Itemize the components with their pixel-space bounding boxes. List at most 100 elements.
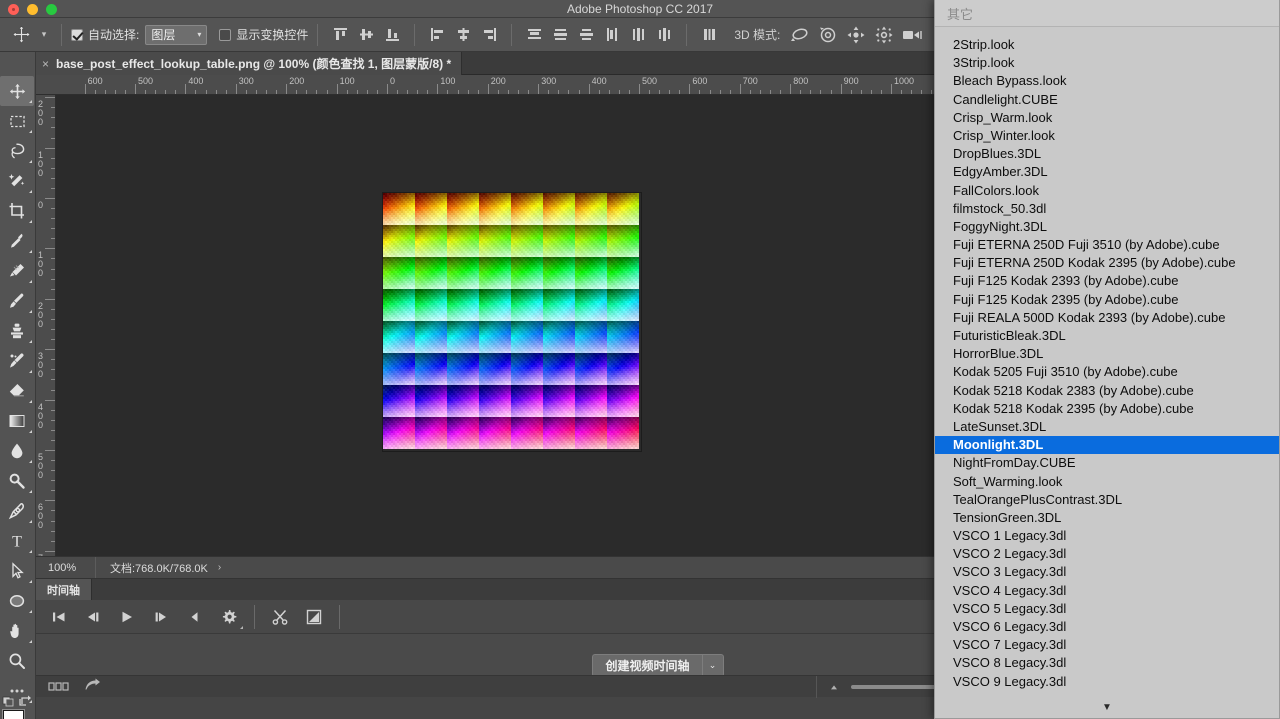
dropdown-item[interactable]: VSCO 6 Legacy.3dl — [935, 618, 1279, 636]
rectangular-marquee-tool[interactable] — [0, 106, 34, 136]
minimize-window-button[interactable] — [27, 4, 38, 15]
dropdown-item[interactable]: Fuji ETERNA 250D Fuji 3510 (by Adobe).cu… — [935, 236, 1279, 254]
create-timeline-chevron-icon[interactable]: ⌄ — [701, 654, 724, 677]
dropdown-item[interactable]: Crisp_Winter.look — [935, 127, 1279, 145]
vertical-ruler[interactable]: 20010001002003004005006007 — [36, 95, 56, 556]
align-right-edges-icon[interactable] — [476, 23, 502, 47]
dropdown-item[interactable]: Kodak 5205 Fuji 3510 (by Adobe).cube — [935, 363, 1279, 381]
audio-icon[interactable] — [178, 603, 212, 631]
maximize-window-button[interactable] — [46, 4, 57, 15]
dropdown-item[interactable]: Fuji ETERNA 250D Kodak 2395 (by Adobe).c… — [935, 254, 1279, 272]
dropdown-item[interactable]: TensionGreen.3DL — [935, 509, 1279, 527]
next-frame-icon[interactable] — [144, 603, 178, 631]
timeline-settings-icon[interactable] — [212, 603, 246, 631]
tab-timeline[interactable]: 时间轴 — [36, 579, 92, 600]
align-bottom-edges-icon[interactable] — [379, 23, 405, 47]
lasso-tool[interactable] — [0, 136, 34, 166]
dropdown-item[interactable]: Fuji F125 Kodak 2393 (by Adobe).cube — [935, 272, 1279, 290]
dropdown-item[interactable]: Fuji REALA 500D Kodak 2393 (by Adobe).cu… — [935, 309, 1279, 327]
distribute-bottom-edges-icon[interactable] — [573, 23, 599, 47]
auto-select-checkbox[interactable]: 自动选择: — [71, 26, 139, 43]
dropdown-item[interactable]: NightFromDay.CUBE — [935, 454, 1279, 472]
dropdown-item[interactable]: 2Strip.look — [935, 36, 1279, 54]
distribute-right-edges-icon[interactable] — [651, 23, 677, 47]
dropdown-item[interactable]: VSCO 8 Legacy.3dl — [935, 654, 1279, 672]
dropdown-item[interactable]: TealOrangePlusContrast.3DL — [935, 491, 1279, 509]
dropdown-item[interactable]: 3Strip.look — [935, 54, 1279, 72]
path-selection-tool[interactable] — [0, 556, 34, 586]
magic-wand-tool[interactable] — [0, 166, 34, 196]
dropdown-item[interactable]: VSCO 4 Legacy.3dl — [935, 582, 1279, 600]
scale-3d-object-icon[interactable] — [898, 23, 926, 47]
blur-tool[interactable] — [0, 436, 34, 466]
spot-healing-brush-tool[interactable] — [0, 256, 34, 286]
dropdown-item-list[interactable]: 2Strip.look 3Strip.look Bleach Bypass.look… — [935, 27, 1279, 696]
clone-stamp-tool[interactable] — [0, 316, 34, 346]
go-to-first-frame-icon[interactable] — [42, 603, 76, 631]
create-video-timeline-button[interactable]: 创建视频时间轴 — [592, 654, 702, 677]
dropdown-item[interactable]: VSCO 2 Legacy.3dl — [935, 545, 1279, 563]
close-icon[interactable]: × — [42, 57, 49, 71]
lut-image[interactable] — [383, 193, 641, 451]
dropdown-item[interactable]: VSCO 7 Legacy.3dl — [935, 636, 1279, 654]
zoom-level-field[interactable]: 100% — [36, 556, 96, 579]
dropdown-item[interactable]: VSCO 9 Legacy.3dl — [935, 673, 1279, 691]
eyedropper-tool[interactable] — [0, 226, 34, 256]
distribute-horizontal-centers-icon[interactable] — [625, 23, 651, 47]
move-tool[interactable] — [0, 76, 34, 106]
document-tab[interactable]: × base_post_effect_lookup_table.png @ 10… — [36, 52, 463, 75]
brush-tool[interactable] — [0, 286, 34, 316]
zoom-tool[interactable] — [0, 646, 34, 676]
slide-3d-object-icon[interactable] — [870, 23, 898, 47]
dropdown-item[interactable]: FuturisticBleak.3DL — [935, 327, 1279, 345]
checkbox-box[interactable] — [219, 28, 232, 41]
transition-icon[interactable] — [297, 603, 331, 631]
dropdown-item[interactable]: FallColors.look — [935, 182, 1279, 200]
dropdown-item[interactable]: Fuji F125 Kodak 2395 (by Adobe).cube — [935, 291, 1279, 309]
scroll-down-arrow-icon[interactable]: ▼ — [935, 696, 1279, 718]
eraser-tool[interactable] — [0, 376, 34, 406]
distribute-left-edges-icon[interactable] — [599, 23, 625, 47]
dropdown-item-selected[interactable]: Moonlight.3DL — [935, 436, 1279, 455]
show-transform-controls-checkbox[interactable]: 显示变换控件 — [219, 26, 308, 43]
previous-frame-icon[interactable] — [76, 603, 110, 631]
dropdown-item[interactable]: DropBlues.3DL — [935, 145, 1279, 163]
frame-view-icon[interactable] — [48, 678, 70, 696]
dropdown-item[interactable]: Candlelight.CUBE — [935, 91, 1279, 109]
zoom-out-icon[interactable] — [827, 678, 841, 696]
distribute-spacing-icon[interactable] — [696, 23, 722, 47]
horizontal-type-tool[interactable]: T — [0, 526, 34, 556]
align-left-edges-icon[interactable] — [424, 23, 450, 47]
dropdown-item[interactable]: Kodak 5218 Kodak 2395 (by Adobe).cube — [935, 400, 1279, 418]
dropdown-item[interactable]: Soft_Warming.look — [935, 473, 1279, 491]
dropdown-item[interactable]: Kodak 5218 Kodak 2383 (by Adobe).cube — [935, 382, 1279, 400]
history-brush-tool[interactable] — [0, 346, 34, 376]
crop-tool[interactable] — [0, 196, 34, 226]
play-icon[interactable] — [110, 603, 144, 631]
color-lookup-table-canvas[interactable] — [383, 193, 641, 451]
dropdown-item[interactable]: VSCO 1 Legacy.3dl — [935, 527, 1279, 545]
auto-select-target-dropdown[interactable]: 图层 ▾ — [145, 24, 208, 45]
split-at-playhead-icon[interactable] — [263, 603, 297, 631]
dodge-tool[interactable] — [0, 466, 34, 496]
ellipse-tool[interactable] — [0, 586, 34, 616]
roll-3d-object-icon[interactable] — [814, 23, 842, 47]
dropdown-item[interactable]: HorrorBlue.3DL — [935, 345, 1279, 363]
dropdown-item[interactable]: filmstock_50.3dl — [935, 200, 1279, 218]
dropdown-item[interactable]: VSCO 5 Legacy.3dl — [935, 600, 1279, 618]
chevron-right-icon[interactable]: › — [218, 562, 221, 573]
align-top-edges-icon[interactable] — [327, 23, 353, 47]
dropdown-item[interactable]: FoggyNight.3DL — [935, 218, 1279, 236]
dropdown-item[interactable]: VSCO 3 Legacy.3dl — [935, 563, 1279, 581]
gradient-tool[interactable] — [0, 406, 34, 436]
distribute-top-edges-icon[interactable] — [521, 23, 547, 47]
tool-preset-chevron-icon[interactable]: ▾ — [36, 22, 52, 48]
foreground-color-swatch[interactable] — [3, 710, 24, 719]
drag-3d-object-icon[interactable] — [842, 23, 870, 47]
checkbox-box[interactable] — [71, 28, 83, 41]
dropdown-item[interactable]: Bleach Bypass.look — [935, 72, 1279, 90]
align-vertical-centers-icon[interactable] — [353, 23, 379, 47]
move-tool-icon[interactable] — [6, 22, 36, 48]
close-window-button[interactable] — [8, 4, 19, 15]
hand-tool[interactable] — [0, 616, 34, 646]
